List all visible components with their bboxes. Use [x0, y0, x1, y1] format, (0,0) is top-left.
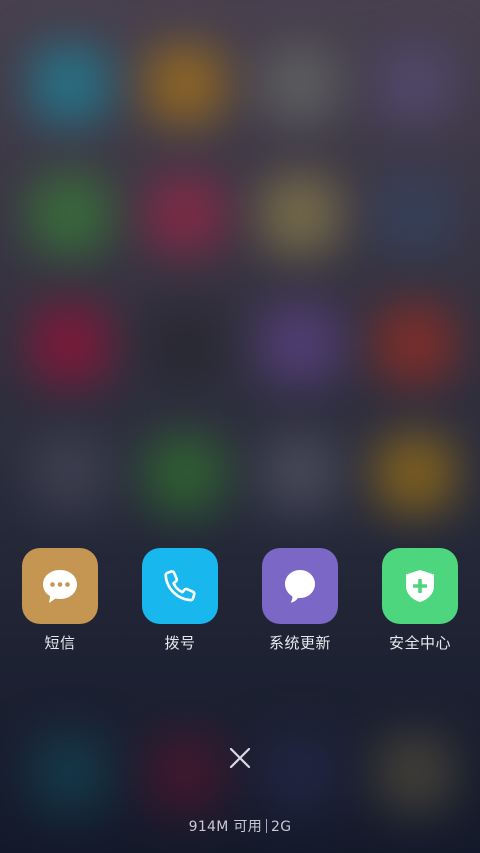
shield-plus-icon	[406, 570, 434, 602]
memory-total: 2G	[271, 819, 292, 835]
clear-all-button[interactable]	[222, 740, 258, 776]
phone-icon	[164, 570, 196, 602]
recent-apps-screen: 短信 拨号 系统更新 安全中心 914M 可用 2G	[0, 0, 480, 853]
update-bubble-icon	[285, 570, 315, 603]
background-shade	[0, 0, 480, 853]
recent-apps-row: 短信 拨号 系统更新 安全中心	[0, 548, 480, 658]
chat-bubble-icon	[43, 570, 77, 603]
dialer-app-label: 拨号	[164, 634, 196, 652]
security-center-app-icon[interactable]	[382, 548, 458, 624]
dialer-app-icon[interactable]	[142, 548, 218, 624]
sms-app-icon[interactable]	[22, 548, 98, 624]
recent-app-system-update[interactable]: 系统更新	[240, 548, 360, 653]
recent-app-dialer[interactable]: 拨号	[120, 548, 240, 653]
memory-status: 914M 可用 2G	[0, 816, 480, 836]
system-update-app-label: 系统更新	[268, 634, 331, 652]
recent-app-security-center[interactable]: 安全中心	[360, 548, 480, 653]
security-center-app-label: 安全中心	[388, 634, 451, 652]
sms-app-label: 短信	[44, 634, 76, 652]
memory-separator	[266, 819, 267, 833]
system-update-app-icon[interactable]	[262, 548, 338, 624]
recent-app-sms[interactable]: 短信	[0, 548, 120, 653]
close-icon	[229, 747, 251, 769]
memory-available: 914M 可用	[188, 819, 262, 835]
